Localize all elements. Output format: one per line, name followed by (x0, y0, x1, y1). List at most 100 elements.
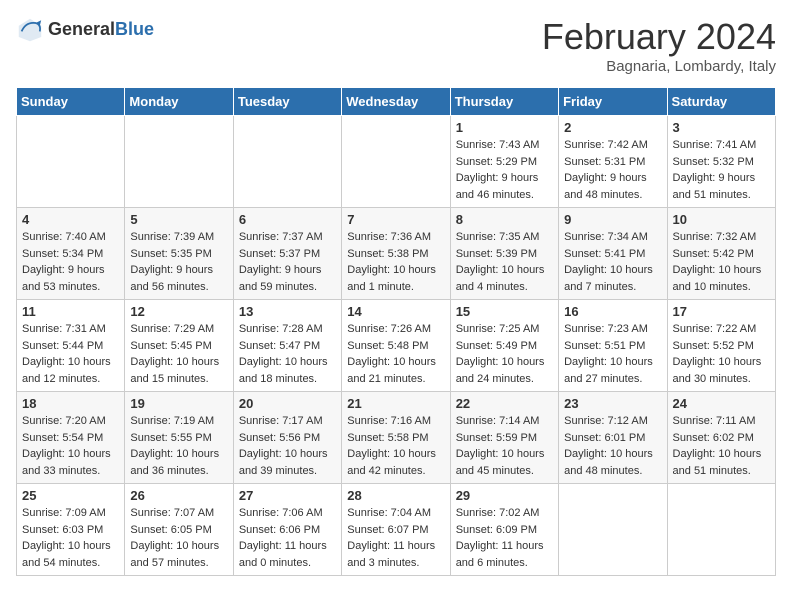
day-number: 8 (456, 212, 553, 227)
day-number: 22 (456, 396, 553, 411)
day-info: Sunrise: 7:29 AM Sunset: 5:45 PM Dayligh… (130, 321, 227, 387)
day-of-week-header: Thursday (450, 88, 558, 116)
day-info: Sunrise: 7:31 AM Sunset: 5:44 PM Dayligh… (22, 321, 119, 387)
day-number: 3 (673, 120, 770, 135)
calendar-cell: 28 Sunrise: 7:04 AM Sunset: 6:07 PM Dayli… (342, 484, 450, 576)
day-of-week-header: Wednesday (342, 88, 450, 116)
day-info: Sunrise: 7:12 AM Sunset: 6:01 PM Dayligh… (564, 413, 661, 479)
calendar-table: SundayMondayTuesdayWednesdayThursdayFrid… (16, 87, 776, 576)
day-number: 29 (456, 488, 553, 503)
day-of-week-header: Tuesday (233, 88, 341, 116)
calendar-cell: 17 Sunrise: 7:22 AM Sunset: 5:52 PM Dayli… (667, 300, 775, 392)
day-number: 27 (239, 488, 336, 503)
day-info: Sunrise: 7:35 AM Sunset: 5:39 PM Dayligh… (456, 229, 553, 295)
logo-blue-text: Blue (115, 20, 154, 40)
calendar-week-row: 11Sunrise: 7:31 AM Sunset: 5:44 PM Dayli… (17, 300, 776, 392)
calendar-cell (559, 484, 667, 576)
calendar-cell: 6 Sunrise: 7:37 AM Sunset: 5:37 PM Daylig… (233, 208, 341, 300)
day-of-week-header: Friday (559, 88, 667, 116)
day-of-week-header: Saturday (667, 88, 775, 116)
day-info: Sunrise: 7:14 AM Sunset: 5:59 PM Dayligh… (456, 413, 553, 479)
day-number: 4 (22, 212, 119, 227)
calendar-cell: 11Sunrise: 7:31 AM Sunset: 5:44 PM Dayli… (17, 300, 125, 392)
day-number: 1 (456, 120, 553, 135)
day-number: 21 (347, 396, 444, 411)
day-number: 28 (347, 488, 444, 503)
calendar-week-row: 1 Sunrise: 7:43 AM Sunset: 5:29 PM Daylig… (17, 116, 776, 208)
page-header: General Blue February 2024 Bagnaria, Lom… (16, 16, 776, 75)
day-info: Sunrise: 7:11 AM Sunset: 6:02 PM Dayligh… (673, 413, 770, 479)
day-number: 17 (673, 304, 770, 319)
location-subtitle: Bagnaria, Lombardy, Italy (542, 58, 776, 75)
calendar-cell: 29 Sunrise: 7:02 AM Sunset: 6:09 PM Dayli… (450, 484, 558, 576)
calendar-cell: 7 Sunrise: 7:36 AM Sunset: 5:38 PM Daylig… (342, 208, 450, 300)
logo: General Blue (16, 16, 154, 44)
day-number: 23 (564, 396, 661, 411)
day-info: Sunrise: 7:09 AM Sunset: 6:03 PM Dayligh… (22, 505, 119, 571)
day-number: 20 (239, 396, 336, 411)
calendar-cell: 10 Sunrise: 7:32 AM Sunset: 5:42 PM Dayli… (667, 208, 775, 300)
day-number: 24 (673, 396, 770, 411)
calendar-cell (125, 116, 233, 208)
calendar-cell: 25 Sunrise: 7:09 AM Sunset: 6:03 PM Dayli… (17, 484, 125, 576)
day-number: 2 (564, 120, 661, 135)
calendar-cell: 3Sunrise: 7:41 AM Sunset: 5:32 PM Daylig… (667, 116, 775, 208)
logo-icon (16, 16, 44, 44)
day-info: Sunrise: 7:39 AM Sunset: 5:35 PM Dayligh… (130, 229, 227, 295)
calendar-week-row: 18Sunrise: 7:20 AM Sunset: 5:54 PM Dayli… (17, 392, 776, 484)
month-title: February 2024 (542, 16, 776, 58)
day-info: Sunrise: 7:43 AM Sunset: 5:29 PM Dayligh… (456, 137, 553, 203)
day-info: Sunrise: 7:42 AM Sunset: 5:31 PM Dayligh… (564, 137, 661, 203)
calendar-cell: 2 Sunrise: 7:42 AM Sunset: 5:31 PM Daylig… (559, 116, 667, 208)
day-number: 25 (22, 488, 119, 503)
calendar-cell: 19Sunrise: 7:19 AM Sunset: 5:55 PM Dayli… (125, 392, 233, 484)
calendar-cell: 5 Sunrise: 7:39 AM Sunset: 5:35 PM Daylig… (125, 208, 233, 300)
title-block: February 2024 Bagnaria, Lombardy, Italy (542, 16, 776, 75)
calendar-cell: 21Sunrise: 7:16 AM Sunset: 5:58 PM Dayli… (342, 392, 450, 484)
calendar-cell: 12 Sunrise: 7:29 AM Sunset: 5:45 PM Dayli… (125, 300, 233, 392)
calendar-cell: 8 Sunrise: 7:35 AM Sunset: 5:39 PM Daylig… (450, 208, 558, 300)
calendar-header-row: SundayMondayTuesdayWednesdayThursdayFrid… (17, 88, 776, 116)
calendar-cell: 24 Sunrise: 7:11 AM Sunset: 6:02 PM Dayli… (667, 392, 775, 484)
day-info: Sunrise: 7:02 AM Sunset: 6:09 PM Dayligh… (456, 505, 553, 571)
day-number: 16 (564, 304, 661, 319)
day-info: Sunrise: 7:04 AM Sunset: 6:07 PM Dayligh… (347, 505, 444, 571)
day-number: 6 (239, 212, 336, 227)
day-of-week-header: Monday (125, 88, 233, 116)
calendar-cell (667, 484, 775, 576)
day-info: Sunrise: 7:06 AM Sunset: 6:06 PM Dayligh… (239, 505, 336, 571)
day-number: 10 (673, 212, 770, 227)
day-info: Sunrise: 7:40 AM Sunset: 5:34 PM Dayligh… (22, 229, 119, 295)
day-info: Sunrise: 7:25 AM Sunset: 5:49 PM Dayligh… (456, 321, 553, 387)
day-info: Sunrise: 7:22 AM Sunset: 5:52 PM Dayligh… (673, 321, 770, 387)
day-number: 9 (564, 212, 661, 227)
logo-general-text: General (48, 20, 115, 40)
day-of-week-header: Sunday (17, 88, 125, 116)
day-number: 13 (239, 304, 336, 319)
calendar-cell: 14Sunrise: 7:26 AM Sunset: 5:48 PM Dayli… (342, 300, 450, 392)
calendar-cell: 20 Sunrise: 7:17 AM Sunset: 5:56 PM Dayli… (233, 392, 341, 484)
day-number: 15 (456, 304, 553, 319)
day-number: 19 (130, 396, 227, 411)
calendar-cell: 4 Sunrise: 7:40 AM Sunset: 5:34 PM Daylig… (17, 208, 125, 300)
calendar-cell (342, 116, 450, 208)
calendar-cell: 26Sunrise: 7:07 AM Sunset: 6:05 PM Dayli… (125, 484, 233, 576)
calendar-cell (233, 116, 341, 208)
day-info: Sunrise: 7:26 AM Sunset: 5:48 PM Dayligh… (347, 321, 444, 387)
calendar-cell: 16 Sunrise: 7:23 AM Sunset: 5:51 PM Dayli… (559, 300, 667, 392)
day-number: 5 (130, 212, 227, 227)
day-info: Sunrise: 7:17 AM Sunset: 5:56 PM Dayligh… (239, 413, 336, 479)
calendar-cell: 27 Sunrise: 7:06 AM Sunset: 6:06 PM Dayli… (233, 484, 341, 576)
calendar-cell: 9 Sunrise: 7:34 AM Sunset: 5:41 PM Daylig… (559, 208, 667, 300)
calendar-cell: 1 Sunrise: 7:43 AM Sunset: 5:29 PM Daylig… (450, 116, 558, 208)
day-info: Sunrise: 7:37 AM Sunset: 5:37 PM Dayligh… (239, 229, 336, 295)
day-info: Sunrise: 7:32 AM Sunset: 5:42 PM Dayligh… (673, 229, 770, 295)
day-number: 12 (130, 304, 227, 319)
day-info: Sunrise: 7:36 AM Sunset: 5:38 PM Dayligh… (347, 229, 444, 295)
day-number: 18 (22, 396, 119, 411)
calendar-cell: 15 Sunrise: 7:25 AM Sunset: 5:49 PM Dayli… (450, 300, 558, 392)
day-info: Sunrise: 7:23 AM Sunset: 5:51 PM Dayligh… (564, 321, 661, 387)
calendar-cell (17, 116, 125, 208)
day-info: Sunrise: 7:34 AM Sunset: 5:41 PM Dayligh… (564, 229, 661, 295)
day-number: 7 (347, 212, 444, 227)
